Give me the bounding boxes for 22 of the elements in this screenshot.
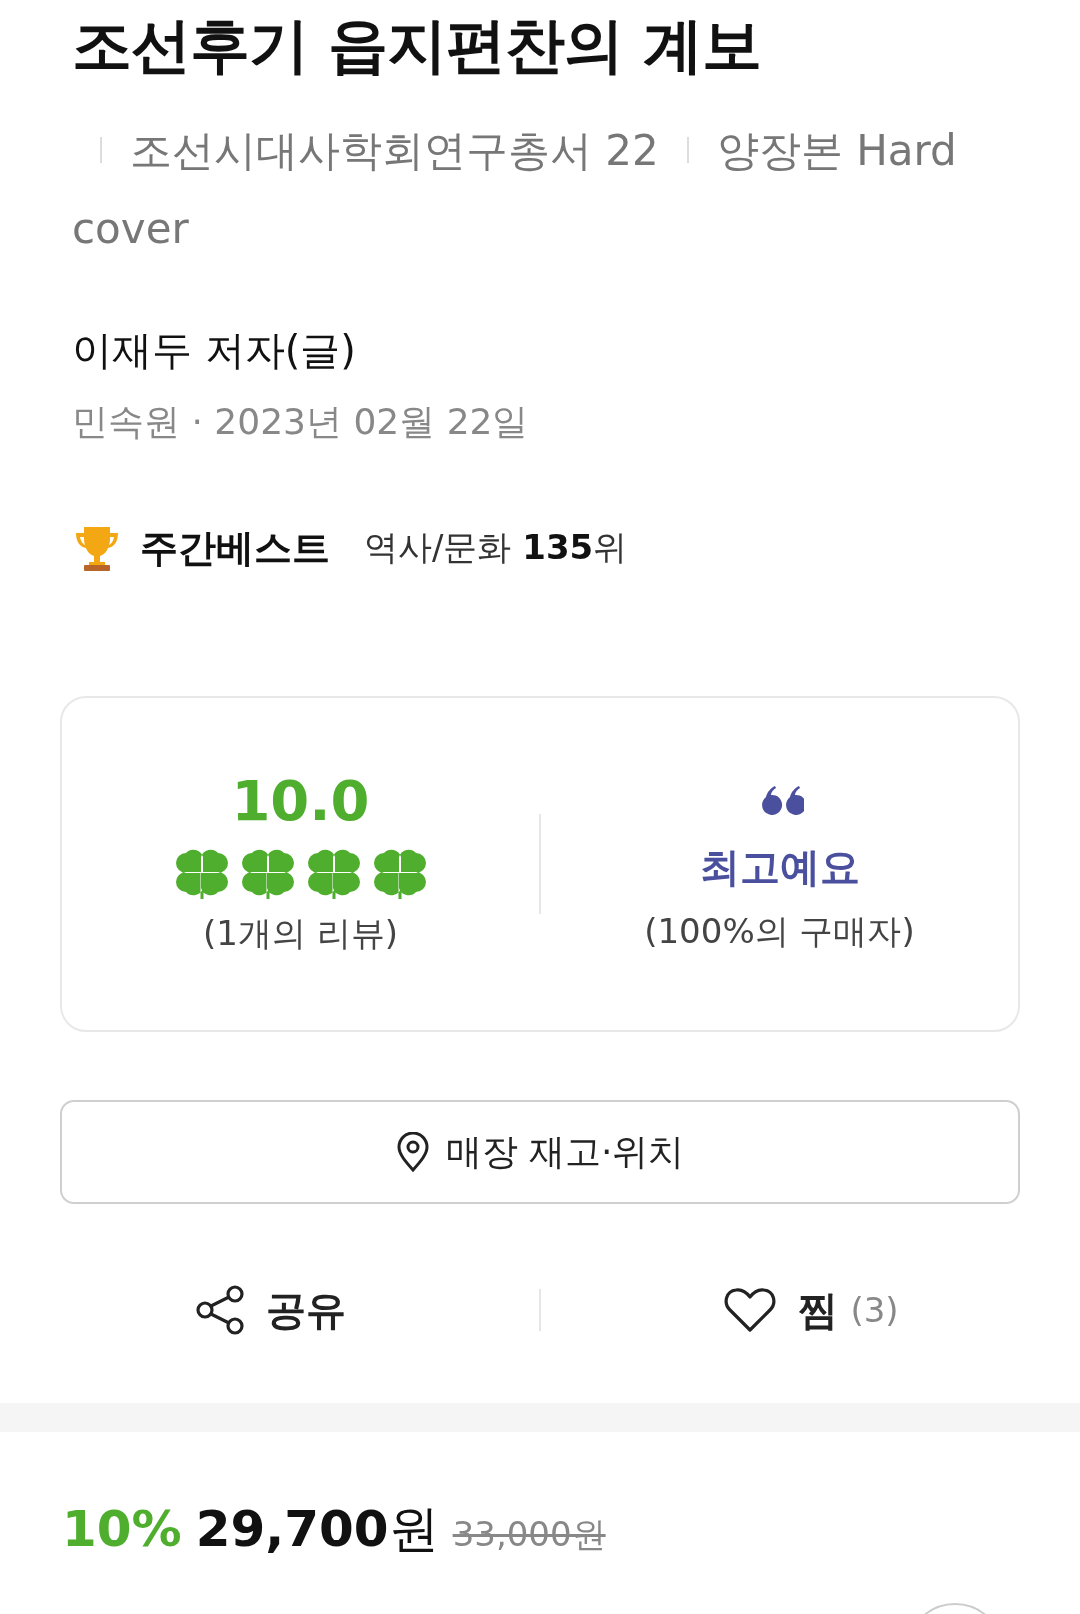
publisher-date: 민속원 · 2023년 02월 22일 bbox=[72, 400, 530, 444]
discount-rate: 10% bbox=[62, 1500, 182, 1558]
store-stock-button[interactable]: 매장 재고·위치 bbox=[60, 1100, 1020, 1204]
clover-icon bbox=[373, 849, 426, 899]
share-button[interactable]: 공유 bbox=[0, 1282, 539, 1338]
review-keyword: 최고예요 bbox=[699, 843, 860, 892]
share-icon bbox=[193, 1284, 246, 1336]
clover-icon bbox=[175, 849, 228, 899]
clover-icon bbox=[241, 849, 294, 899]
series-info: 조선시대사학회연구총서 22 양장본 Hard cover bbox=[72, 125, 958, 255]
author[interactable]: 이재두 저자(글) bbox=[72, 320, 1080, 380]
category-rank[interactable]: 역사/문화 135위 bbox=[364, 525, 628, 571]
clover-icon bbox=[307, 849, 360, 899]
rating-score: 10.0 bbox=[231, 769, 370, 833]
book-title: 조선후기 읍지편찬의 계보 bbox=[71, 9, 762, 82]
location-pin-icon bbox=[395, 1132, 430, 1172]
original-price: 33,000원 bbox=[452, 1513, 606, 1556]
weekly-best-label[interactable]: 주간베스트 bbox=[140, 522, 330, 574]
sale-price: 29,700원 bbox=[195, 1499, 439, 1560]
buyer-share: (100%의 구매자) bbox=[644, 910, 915, 953]
wishlist-button[interactable]: 찜 (3) bbox=[541, 1282, 1080, 1338]
review-count[interactable]: (1개의 리뷰) bbox=[203, 907, 398, 959]
